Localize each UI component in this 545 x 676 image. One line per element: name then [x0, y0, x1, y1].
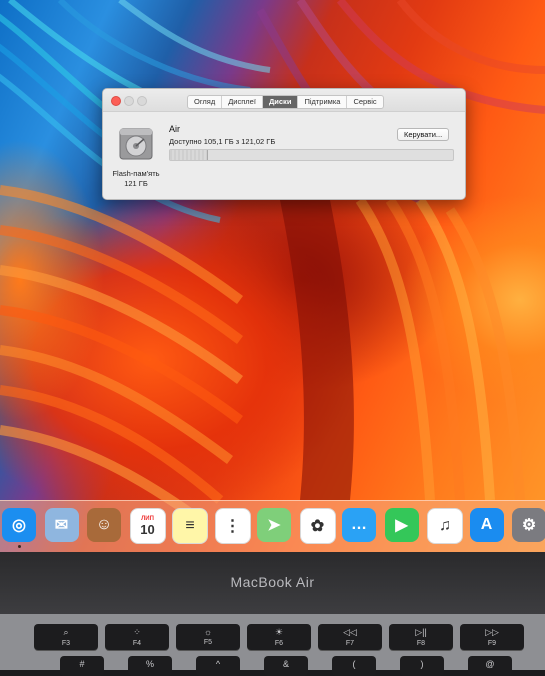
- reminders-glyph: ⋮: [224, 518, 241, 535]
- system-preferences-glyph: ⚙: [521, 517, 537, 534]
- tab-support[interactable]: Підтримка: [298, 96, 348, 108]
- disk-available-text: Доступно 105,1 ГБ з 121,02 ГБ: [169, 137, 276, 146]
- key-symbol[interactable]: ): [400, 656, 444, 676]
- calendar-glyph: ЛИП 10: [131, 509, 165, 543]
- app-store-icon[interactable]: A: [469, 508, 504, 542]
- tab-storage[interactable]: Диски: [262, 96, 299, 108]
- key-glyph: ☼: [203, 627, 213, 637]
- key-f6[interactable]: ☀ F6: [247, 624, 311, 650]
- key-glyph: ⌕: [63, 627, 69, 637]
- storage-usage-bar: [169, 149, 454, 161]
- key-symbol[interactable]: %: [128, 656, 172, 676]
- key-f5[interactable]: ☼ F5: [176, 624, 240, 650]
- key-f8[interactable]: ▷|| F8: [389, 624, 453, 650]
- tab-service[interactable]: Сервіс: [347, 96, 382, 108]
- mail-icon[interactable]: ✉: [44, 508, 79, 542]
- key-f3[interactable]: ⌕ F3: [34, 624, 98, 650]
- key-symbol[interactable]: ^: [196, 656, 240, 676]
- key-glyph: ◁◁: [343, 627, 357, 637]
- notes-glyph: ≡: [185, 517, 195, 534]
- facetime-glyph: ▶: [395, 517, 408, 534]
- key-symbol[interactable]: (: [332, 656, 376, 676]
- disk-name: Air: [169, 124, 180, 134]
- storage-usage-fill: [170, 150, 208, 160]
- itunes-glyph: ♫: [439, 517, 451, 534]
- tab-overview[interactable]: Огляд: [188, 96, 223, 108]
- key-label: F9: [487, 640, 497, 647]
- zoom-button[interactable]: [137, 96, 147, 106]
- photos-glyph: ✿: [310, 518, 325, 535]
- app-store-glyph: A: [480, 516, 493, 533]
- tab-displays[interactable]: Дисплеї: [222, 96, 263, 108]
- window-titlebar: Огляд Дисплеї Диски Підтримка Сервіс: [103, 89, 465, 112]
- system-information-window: Огляд Дисплеї Диски Підтримка Сервіс Fla…: [102, 88, 466, 200]
- key-f7[interactable]: ◁◁ F7: [318, 624, 382, 650]
- wallpaper-waves: [0, 0, 545, 525]
- messages-icon[interactable]: …: [342, 508, 376, 542]
- running-indicator: [18, 545, 21, 548]
- key-symbol[interactable]: @: [468, 656, 512, 676]
- key-glyph: ⁘: [133, 627, 141, 637]
- key-label: F4: [132, 640, 142, 647]
- close-button[interactable]: [111, 96, 121, 106]
- system-preferences-icon[interactable]: ⚙: [512, 508, 545, 542]
- photos-icon[interactable]: ✿: [299, 508, 336, 544]
- disk-type-label: Flash-пам'ять: [112, 169, 160, 178]
- key-label: F8: [416, 640, 426, 647]
- minimize-button[interactable]: [124, 96, 134, 106]
- key-glyph: ☀: [274, 627, 284, 637]
- safari-glyph: ◎: [12, 517, 26, 534]
- reminders-icon[interactable]: ⋮: [214, 508, 251, 544]
- key-label: F3: [61, 640, 71, 647]
- key-symbol[interactable]: #: [60, 656, 104, 676]
- brand-label: MacBook Air: [230, 574, 315, 590]
- notes-icon[interactable]: ≡: [172, 508, 208, 544]
- hard-drive-icon: [119, 128, 153, 160]
- safari-icon[interactable]: ◎: [2, 508, 36, 542]
- key-symbol[interactable]: &: [264, 656, 308, 676]
- key-glyph: ▷||: [415, 627, 427, 637]
- key-f4[interactable]: ⁘ F4: [105, 624, 169, 650]
- key-label: F6: [274, 640, 284, 647]
- calendar-icon[interactable]: ЛИП 10: [129, 508, 166, 544]
- disk-caption: Flash-пам'ять 121 ГБ: [109, 169, 163, 189]
- contacts-icon[interactable]: ☺: [87, 508, 121, 542]
- maps-glyph: ➤: [267, 517, 281, 534]
- manage-button[interactable]: Керувати...: [397, 128, 450, 141]
- key-glyph: ▷▷: [485, 627, 499, 637]
- mail-glyph: ✉: [54, 517, 69, 534]
- desktop-wallpaper: [0, 0, 545, 552]
- key-label: F5: [203, 639, 213, 646]
- messages-glyph: …: [351, 516, 367, 533]
- disk-capacity-label: 121 ГБ: [124, 179, 148, 188]
- facetime-icon[interactable]: ▶: [384, 508, 419, 542]
- storage-panel: Flash-пам'ять 121 ГБ Air Доступно 105,1 …: [103, 112, 465, 199]
- key-f9[interactable]: ▷▷ F9: [460, 624, 524, 650]
- maps-icon[interactable]: ➤: [257, 508, 291, 542]
- calendar-day: 10: [140, 521, 155, 537]
- itunes-icon[interactable]: ♫: [427, 508, 463, 544]
- key-label: F7: [345, 640, 355, 647]
- tab-bar: Огляд Дисплеї Диски Підтримка Сервіс: [187, 95, 384, 109]
- contacts-glyph: ☺: [95, 516, 113, 533]
